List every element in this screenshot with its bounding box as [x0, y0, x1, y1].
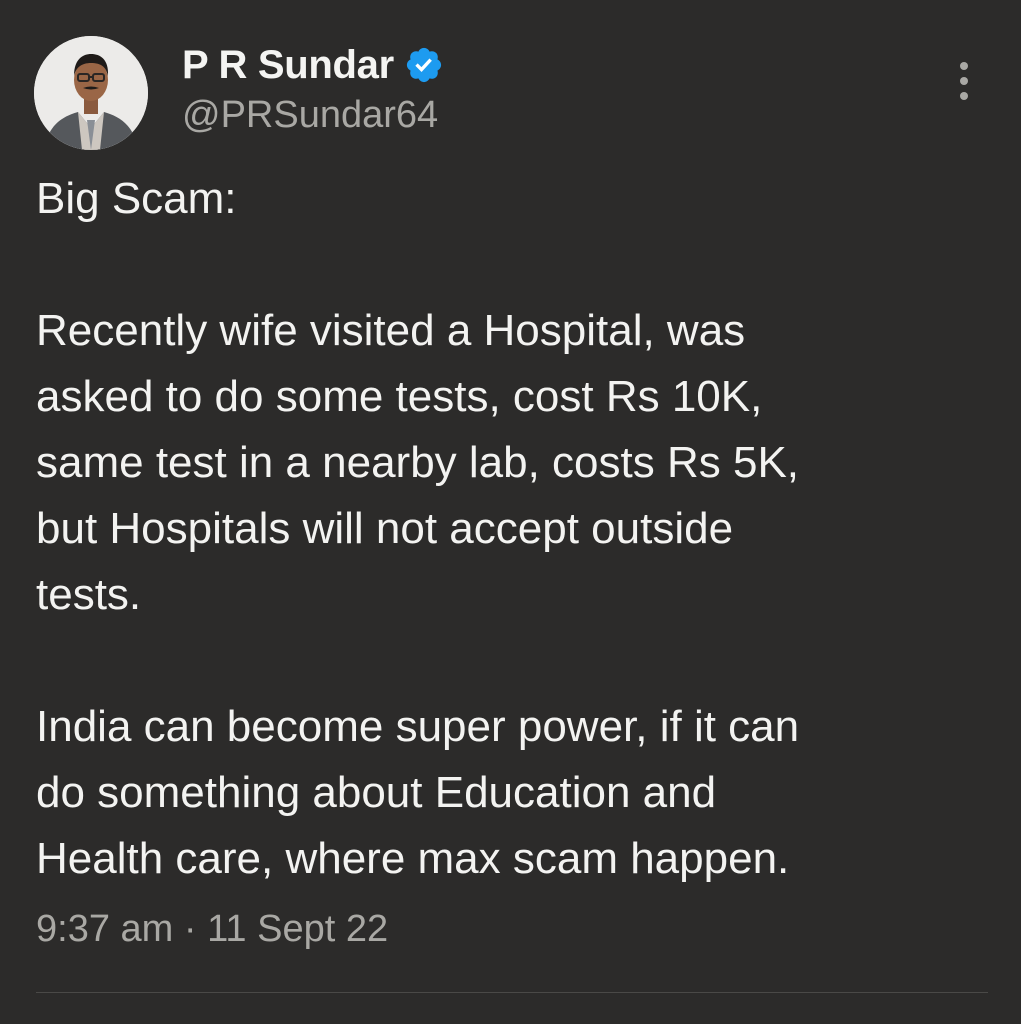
timestamp-separator: ·: [173, 908, 208, 950]
tweet-card: P R Sundar @PRSundar64 Big Scam: Recentl…: [0, 0, 1021, 1024]
verified-badge-icon[interactable]: [404, 45, 444, 85]
author-handle[interactable]: @PRSundar64: [182, 94, 438, 137]
tweet-paragraph: Big Scam:: [36, 174, 237, 223]
tweet-paragraph: Recently wife visited a Hospital, was as…: [36, 306, 800, 619]
more-vertical-icon: [960, 92, 968, 100]
tweet-paragraph: India can become super power, if it can …: [36, 702, 800, 883]
more-options-button[interactable]: [946, 58, 982, 104]
author-header: P R Sundar: [182, 40, 444, 90]
divider: [36, 992, 988, 993]
person-avatar-icon: [34, 36, 148, 150]
tweet-timestamp[interactable]: 9:37 am · 11 Sept 22: [36, 908, 388, 951]
more-vertical-icon: [960, 62, 968, 70]
avatar[interactable]: [34, 36, 148, 150]
more-vertical-icon: [960, 77, 968, 85]
tweet-time: 9:37 am: [36, 908, 174, 950]
author-name[interactable]: P R Sundar: [182, 43, 394, 88]
tweet-date: 11 Sept 22: [207, 908, 389, 950]
tweet-text: Big Scam: Recently wife visited a Hospit…: [36, 166, 991, 892]
